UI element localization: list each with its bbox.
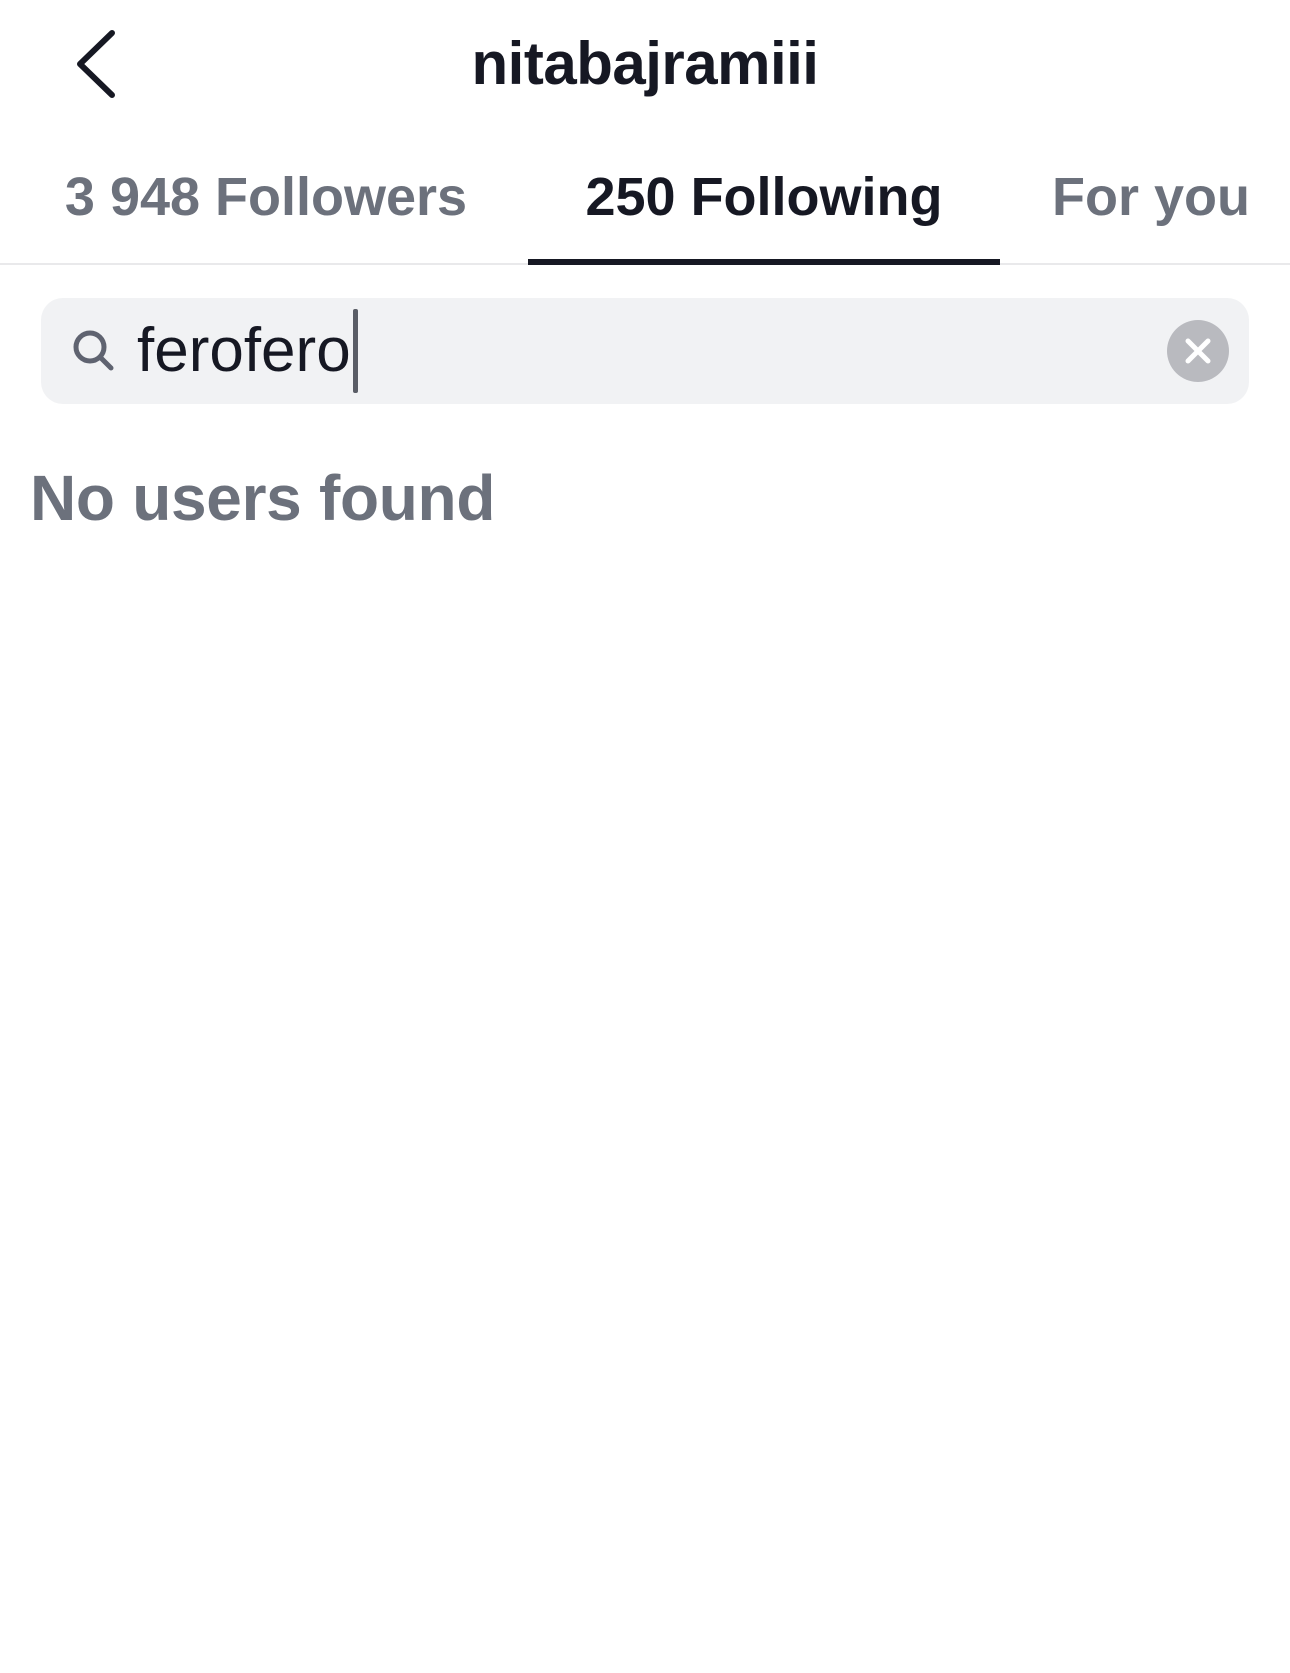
tab-followers[interactable]: 3 948 Followers xyxy=(50,130,482,263)
search-input[interactable]: ferofero xyxy=(137,309,358,393)
search-bar[interactable]: ferofero xyxy=(41,298,1249,404)
active-tab-indicator xyxy=(528,259,1000,265)
tab-following[interactable]: 250 Following xyxy=(528,130,1000,263)
top-bar: nitabajramiii xyxy=(0,0,1290,130)
tab-bar: 3 948 Followers 250 Following For you xyxy=(0,130,1290,265)
close-icon xyxy=(1185,338,1211,364)
empty-state-message: No users found xyxy=(30,462,496,534)
page-title: nitabajramiii xyxy=(471,30,819,97)
search-input-value: ferofero xyxy=(137,316,351,385)
search-icon xyxy=(73,330,114,371)
clear-search-button[interactable] xyxy=(1167,320,1229,382)
tab-for-you[interactable]: For you xyxy=(1040,130,1290,263)
text-cursor xyxy=(352,309,358,393)
